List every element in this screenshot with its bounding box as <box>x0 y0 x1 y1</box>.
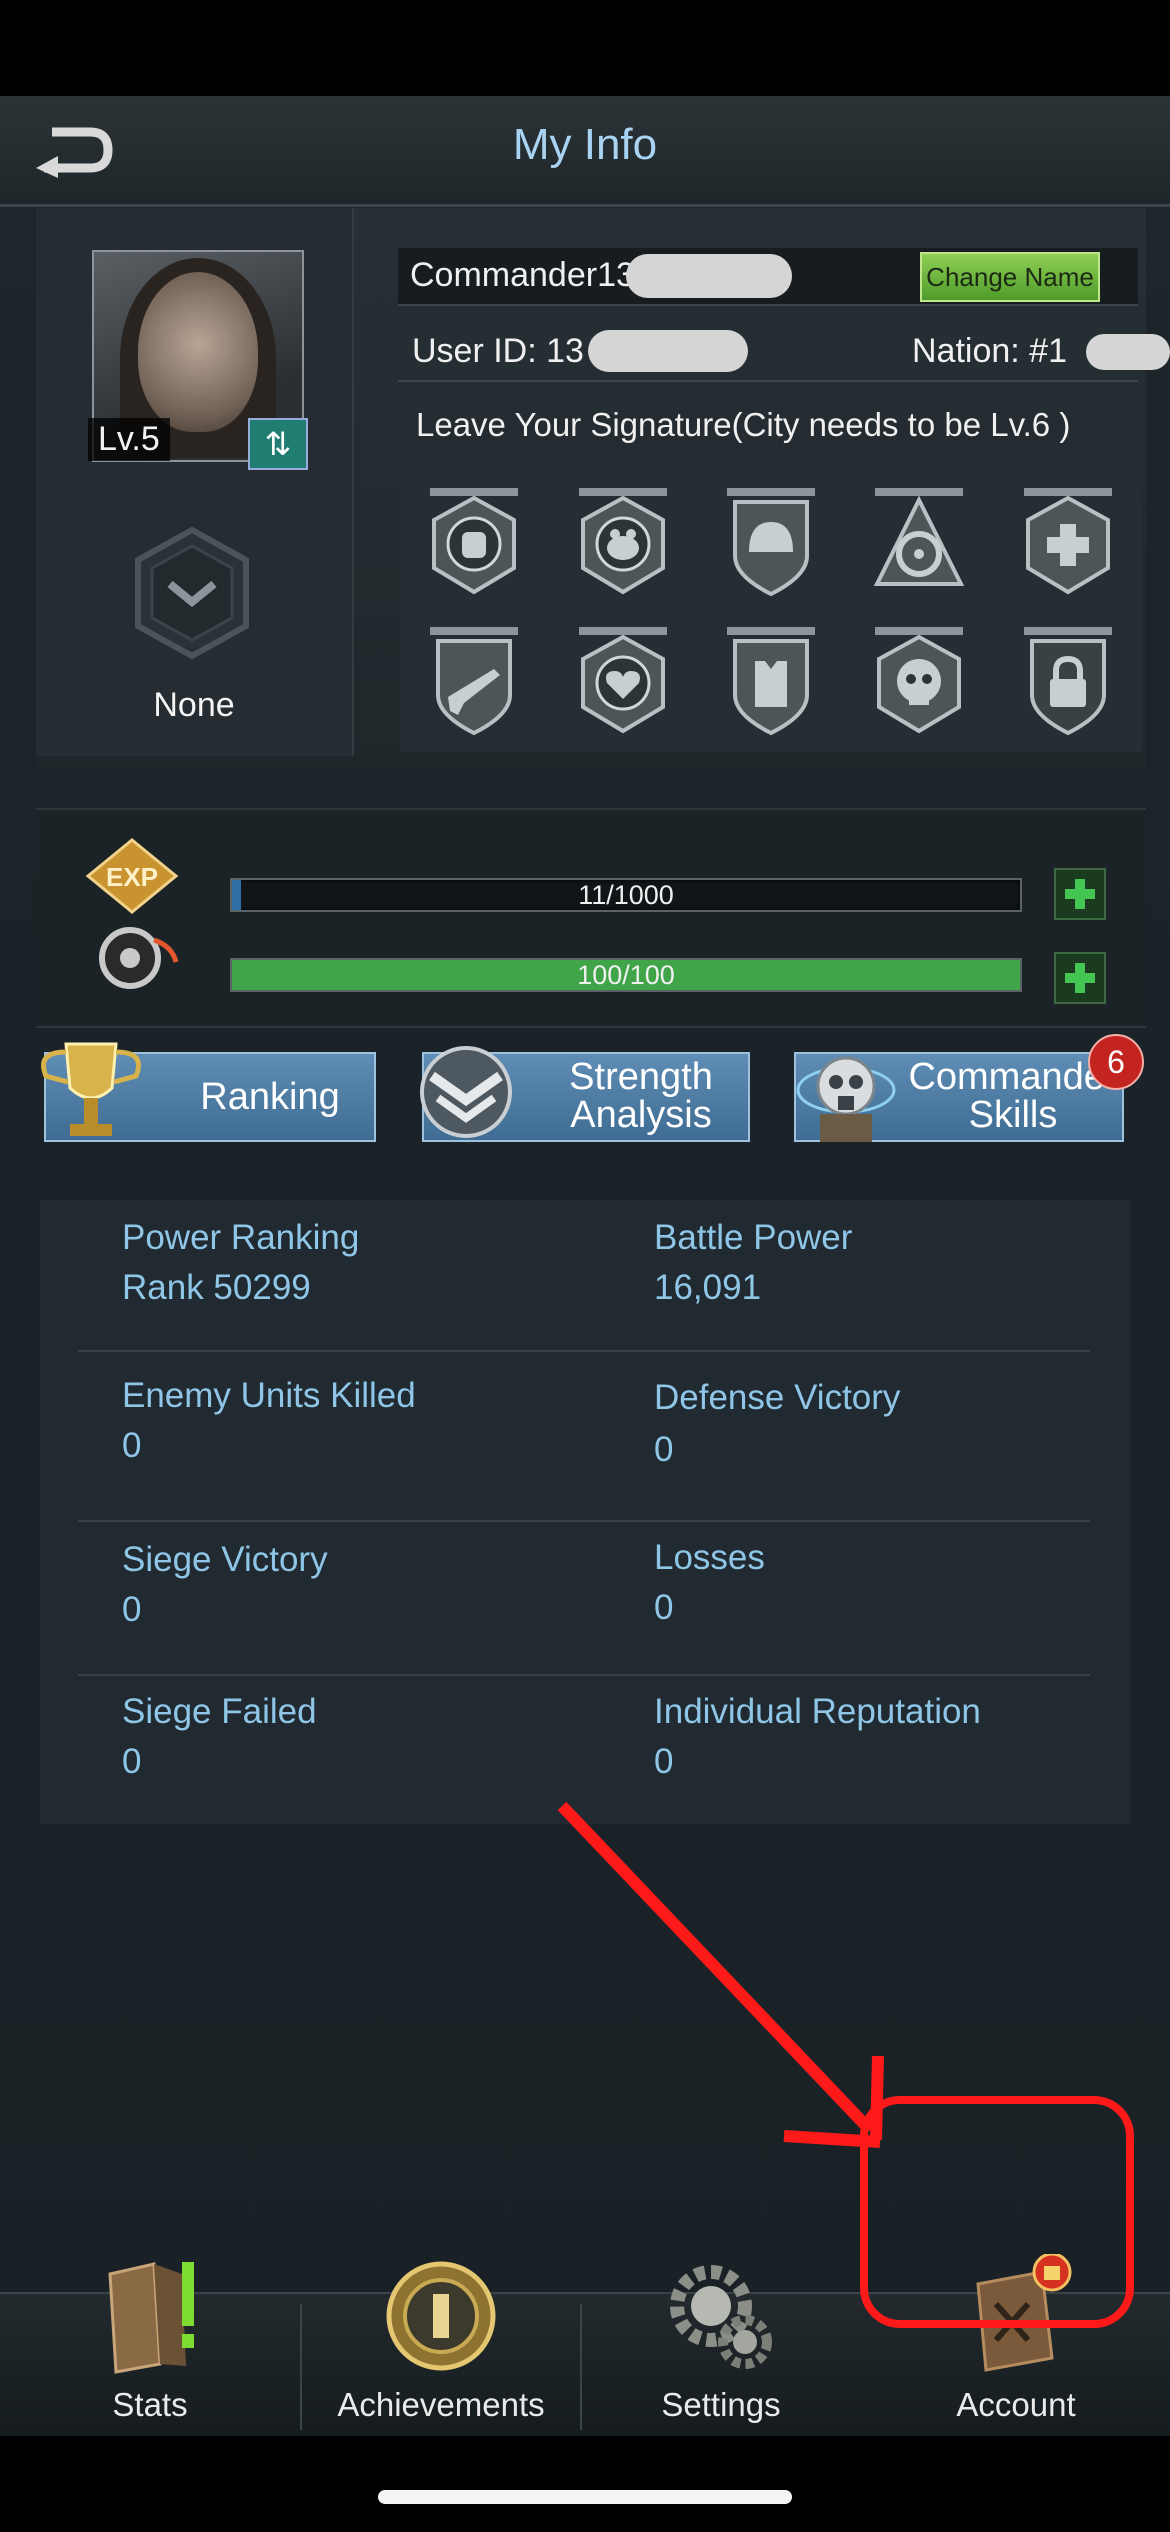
achievement-medal-icon <box>386 2261 496 2371</box>
badge-slot[interactable] <box>697 474 845 613</box>
nav-stats-label: Stats <box>112 2386 188 2423</box>
progress-panel: EXP 11/1000 100/100 <box>36 808 1146 1028</box>
strength-line2: Analysis <box>570 1094 712 1136</box>
trophy-icon <box>41 1042 141 1136</box>
badge-slot[interactable] <box>400 613 548 752</box>
badge-slot[interactable] <box>994 474 1142 613</box>
swap-avatar-button[interactable]: ⇅ <box>248 418 308 470</box>
strength-line1: Strength <box>569 1056 713 1098</box>
user-id: User ID: 13 <box>412 332 584 370</box>
stats-panel: Power Ranking Rank 50299 Battle Power 16… <box>40 1200 1130 1824</box>
stat-value: 0 <box>654 1742 674 1781</box>
annotation-highlight-box <box>860 2096 1134 2328</box>
stat-label: Individual Reputation <box>654 1692 981 1731</box>
padlock-badge-icon <box>1023 626 1112 735</box>
plus-icon <box>1065 963 1095 993</box>
nav-achievements[interactable]: Achievements <box>302 2261 580 2436</box>
badge-grid <box>400 474 1142 752</box>
stat-label: Enemy Units Killed <box>122 1376 416 1415</box>
stat-value: 0 <box>654 1588 674 1627</box>
stat-row: Siege Victory 0 Losses 0 <box>78 1524 1090 1676</box>
stat-value: 0 <box>122 1742 142 1781</box>
biohazard-badge-icon <box>874 487 965 586</box>
heart-badge-icon <box>578 626 667 733</box>
medic-cross-badge-icon <box>1023 487 1112 594</box>
gas-mask-soldier-icon <box>796 1056 896 1142</box>
helmet-badge-icon <box>726 487 815 596</box>
stat-row: Enemy Units Killed 0 Defense Victory 0 <box>78 1354 1090 1522</box>
level-badge: Lv.5 <box>88 418 170 461</box>
stat-label: Siege Failed <box>122 1692 317 1731</box>
exp-bar-text: 11/1000 <box>578 880 674 910</box>
chevron-rank-icon <box>420 1046 512 1138</box>
stat-row: Power Ranking Rank 50299 Battle Power 16… <box>78 1200 1090 1352</box>
stat-value: 0 <box>122 1426 142 1465</box>
home-indicator[interactable] <box>378 2490 792 2504</box>
badge-slot[interactable] <box>994 613 1142 752</box>
stat-label: Losses <box>654 1538 765 1577</box>
fist-badge-icon <box>430 487 519 594</box>
stat-value: 16,091 <box>654 1268 762 1307</box>
notification-badge: 6 <box>1088 1034 1144 1090</box>
plus-icon <box>1065 879 1095 909</box>
name-row: Commander13 Change Name <box>398 248 1138 306</box>
rank-hexagon-icon[interactable] <box>132 526 252 660</box>
stat-label: Power Ranking <box>122 1218 360 1257</box>
toad-badge-icon <box>578 487 667 594</box>
armor-vest-badge-icon <box>726 626 815 735</box>
badge-slot[interactable] <box>548 474 696 613</box>
commander-line2: Skills <box>968 1094 1058 1136</box>
header-bar: My Info <box>0 96 1170 207</box>
user-id-row: User ID: 13 Nation: #1 <box>398 324 1170 382</box>
profile-panel: Lv.5 ⇅ None Commander13 Change Name User… <box>36 208 1170 768</box>
stamina-bar: 100/100 <box>230 958 1022 992</box>
page-title: My Info <box>512 120 658 169</box>
svg-text:EXP: EXP <box>106 862 158 892</box>
change-name-button[interactable]: Change Name <box>920 252 1100 302</box>
avatar-column: Lv.5 ⇅ None <box>36 208 354 756</box>
redaction-mask <box>1086 334 1170 370</box>
stat-value: Rank 50299 <box>122 1268 311 1307</box>
nav-stats[interactable]: Stats <box>0 2262 300 2436</box>
badge-slot[interactable] <box>845 474 993 613</box>
add-stamina-button[interactable] <box>1054 952 1106 1004</box>
badge-slot[interactable] <box>548 613 696 752</box>
stamina-wheel-icon <box>99 927 179 989</box>
stamina-bar-text: 100/100 <box>577 960 675 990</box>
stat-label: Battle Power <box>654 1218 853 1257</box>
nation: Nation: #1 <box>912 332 1067 370</box>
rifle-badge-icon <box>430 626 519 735</box>
nav-settings[interactable]: Settings <box>582 2265 860 2436</box>
nav-settings-label: Settings <box>661 2386 781 2423</box>
skull-badge-icon <box>875 626 964 733</box>
redaction-mask <box>626 254 792 298</box>
badge-slot[interactable] <box>697 613 845 752</box>
nav-account-label: Account <box>956 2386 1076 2423</box>
stat-value: 0 <box>122 1590 142 1629</box>
exp-bar: 11/1000 <box>230 878 1022 912</box>
rank-title: None <box>153 686 235 724</box>
nav-achievements-label: Achievements <box>337 2386 545 2423</box>
stat-value: 0 <box>654 1430 674 1469</box>
exp-icon: EXP <box>85 838 179 914</box>
signature-field[interactable]: Leave Your Signature(City needs to be Lv… <box>416 406 1070 444</box>
ranking-label: Ranking <box>200 1076 340 1118</box>
badge-slot[interactable] <box>400 474 548 613</box>
redaction-mask <box>588 330 748 372</box>
stats-book-icon <box>108 2262 194 2374</box>
stat-label: Defense Victory <box>654 1378 901 1417</box>
stat-label: Siege Victory <box>122 1540 328 1579</box>
commander-name: Commander13 <box>410 256 635 294</box>
settings-gears-icon <box>670 2265 772 2369</box>
swap-arrows-icon: ⇅ <box>264 426 292 462</box>
game-screen: My Info Lv.5 ⇅ None Commander13 Change N… <box>0 96 1170 2436</box>
stat-row: Siege Failed 0 Individual Reputation 0 <box>78 1678 1090 1818</box>
add-exp-button[interactable] <box>1054 868 1106 920</box>
badge-slot[interactable] <box>845 613 993 752</box>
avatar-face <box>138 272 258 432</box>
